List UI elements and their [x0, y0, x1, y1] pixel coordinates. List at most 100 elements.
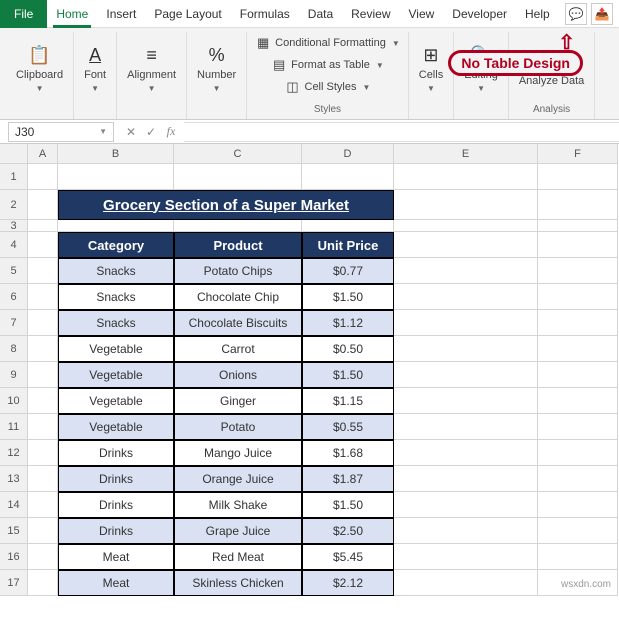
- cell[interactable]: [394, 492, 538, 518]
- tab-view[interactable]: View: [400, 0, 444, 28]
- table-cell[interactable]: $1.50: [302, 362, 394, 388]
- cell[interactable]: [394, 362, 538, 388]
- cell[interactable]: [394, 190, 538, 220]
- cancel-icon[interactable]: ✕: [122, 123, 140, 141]
- row-header-15[interactable]: 15: [0, 518, 28, 544]
- row-header-5[interactable]: 5: [0, 258, 28, 284]
- table-cell[interactable]: Drinks: [58, 492, 174, 518]
- cell[interactable]: [28, 492, 58, 518]
- row-header-12[interactable]: 12: [0, 440, 28, 466]
- table-cell[interactable]: Ginger: [174, 388, 302, 414]
- table-cell[interactable]: Vegetable: [58, 388, 174, 414]
- cell[interactable]: [538, 336, 618, 362]
- col-header-a[interactable]: A: [28, 144, 58, 164]
- table-cell[interactable]: $1.50: [302, 492, 394, 518]
- spreadsheet-grid[interactable]: ABCDEF12Grocery Section of a Super Marke…: [0, 144, 619, 596]
- table-cell[interactable]: Chocolate Biscuits: [174, 310, 302, 336]
- row-header-8[interactable]: 8: [0, 336, 28, 362]
- cell[interactable]: [538, 414, 618, 440]
- formula-input[interactable]: [184, 122, 619, 142]
- header-category[interactable]: Category: [58, 232, 174, 258]
- cells-button[interactable]: ⊞ Cells ▼: [415, 41, 447, 94]
- cell[interactable]: [394, 232, 538, 258]
- cell[interactable]: [28, 362, 58, 388]
- cell[interactable]: [28, 284, 58, 310]
- header-product[interactable]: Product: [174, 232, 302, 258]
- row-header-3[interactable]: 3: [0, 220, 28, 232]
- table-cell[interactable]: Milk Shake: [174, 492, 302, 518]
- table-cell[interactable]: Drinks: [58, 518, 174, 544]
- cell[interactable]: [28, 220, 58, 232]
- row-header-4[interactable]: 4: [0, 232, 28, 258]
- comments-icon[interactable]: 💬: [565, 3, 587, 25]
- table-cell[interactable]: Meat: [58, 544, 174, 570]
- table-cell[interactable]: $2.12: [302, 570, 394, 596]
- row-header-17[interactable]: 17: [0, 570, 28, 596]
- cell[interactable]: [28, 518, 58, 544]
- table-cell[interactable]: $5.45: [302, 544, 394, 570]
- row-header-10[interactable]: 10: [0, 388, 28, 414]
- table-cell[interactable]: Vegetable: [58, 362, 174, 388]
- table-cell[interactable]: Potato: [174, 414, 302, 440]
- tab-insert[interactable]: Insert: [97, 0, 145, 28]
- row-header-11[interactable]: 11: [0, 414, 28, 440]
- cell[interactable]: [538, 362, 618, 388]
- col-header-d[interactable]: D: [302, 144, 394, 164]
- share-icon[interactable]: 📤: [591, 3, 613, 25]
- table-cell[interactable]: Onions: [174, 362, 302, 388]
- tab-review[interactable]: Review: [342, 0, 399, 28]
- cell[interactable]: [394, 258, 538, 284]
- cell[interactable]: [538, 388, 618, 414]
- table-cell[interactable]: $0.50: [302, 336, 394, 362]
- cell[interactable]: [538, 232, 618, 258]
- table-cell[interactable]: $1.15: [302, 388, 394, 414]
- cell[interactable]: [394, 284, 538, 310]
- enter-icon[interactable]: ✓: [142, 123, 160, 141]
- row-header-9[interactable]: 9: [0, 362, 28, 388]
- cell[interactable]: [174, 164, 302, 190]
- cell[interactable]: [394, 466, 538, 492]
- title-cell[interactable]: Grocery Section of a Super Market: [58, 190, 394, 220]
- table-cell[interactable]: Snacks: [58, 310, 174, 336]
- name-box[interactable]: J30▼: [8, 122, 114, 142]
- cell[interactable]: [538, 310, 618, 336]
- cell[interactable]: [28, 336, 58, 362]
- select-all-corner[interactable]: [0, 144, 28, 164]
- tab-page-layout[interactable]: Page Layout: [145, 0, 230, 28]
- row-header-16[interactable]: 16: [0, 544, 28, 570]
- row-header-14[interactable]: 14: [0, 492, 28, 518]
- cell[interactable]: [302, 164, 394, 190]
- cell[interactable]: [394, 310, 538, 336]
- cell[interactable]: [394, 570, 538, 596]
- table-cell[interactable]: $1.50: [302, 284, 394, 310]
- col-header-e[interactable]: E: [394, 144, 538, 164]
- table-cell[interactable]: Drinks: [58, 466, 174, 492]
- table-cell[interactable]: $1.87: [302, 466, 394, 492]
- cell[interactable]: [394, 518, 538, 544]
- cell[interactable]: [538, 544, 618, 570]
- cell[interactable]: [28, 310, 58, 336]
- conditional-formatting-button[interactable]: ▦Conditional Formatting▼: [253, 34, 402, 52]
- file-menu[interactable]: File: [0, 0, 47, 28]
- cell[interactable]: [28, 258, 58, 284]
- row-header-2[interactable]: 2: [0, 190, 28, 220]
- row-header-6[interactable]: 6: [0, 284, 28, 310]
- table-cell[interactable]: Skinless Chicken: [174, 570, 302, 596]
- tab-data[interactable]: Data: [299, 0, 342, 28]
- table-cell[interactable]: Meat: [58, 570, 174, 596]
- row-header-13[interactable]: 13: [0, 466, 28, 492]
- table-cell[interactable]: Carrot: [174, 336, 302, 362]
- cell[interactable]: [394, 220, 538, 232]
- tab-formulas[interactable]: Formulas: [231, 0, 299, 28]
- cell[interactable]: [28, 232, 58, 258]
- table-cell[interactable]: $0.77: [302, 258, 394, 284]
- font-button[interactable]: A Font ▼: [80, 41, 110, 94]
- number-button[interactable]: % Number ▼: [193, 41, 240, 94]
- table-cell[interactable]: Potato Chips: [174, 258, 302, 284]
- cell[interactable]: [394, 440, 538, 466]
- tab-home[interactable]: Home: [47, 0, 97, 28]
- alignment-button[interactable]: ≡ Alignment ▼: [123, 41, 180, 94]
- table-cell[interactable]: Red Meat: [174, 544, 302, 570]
- cell[interactable]: [28, 544, 58, 570]
- cell[interactable]: [28, 164, 58, 190]
